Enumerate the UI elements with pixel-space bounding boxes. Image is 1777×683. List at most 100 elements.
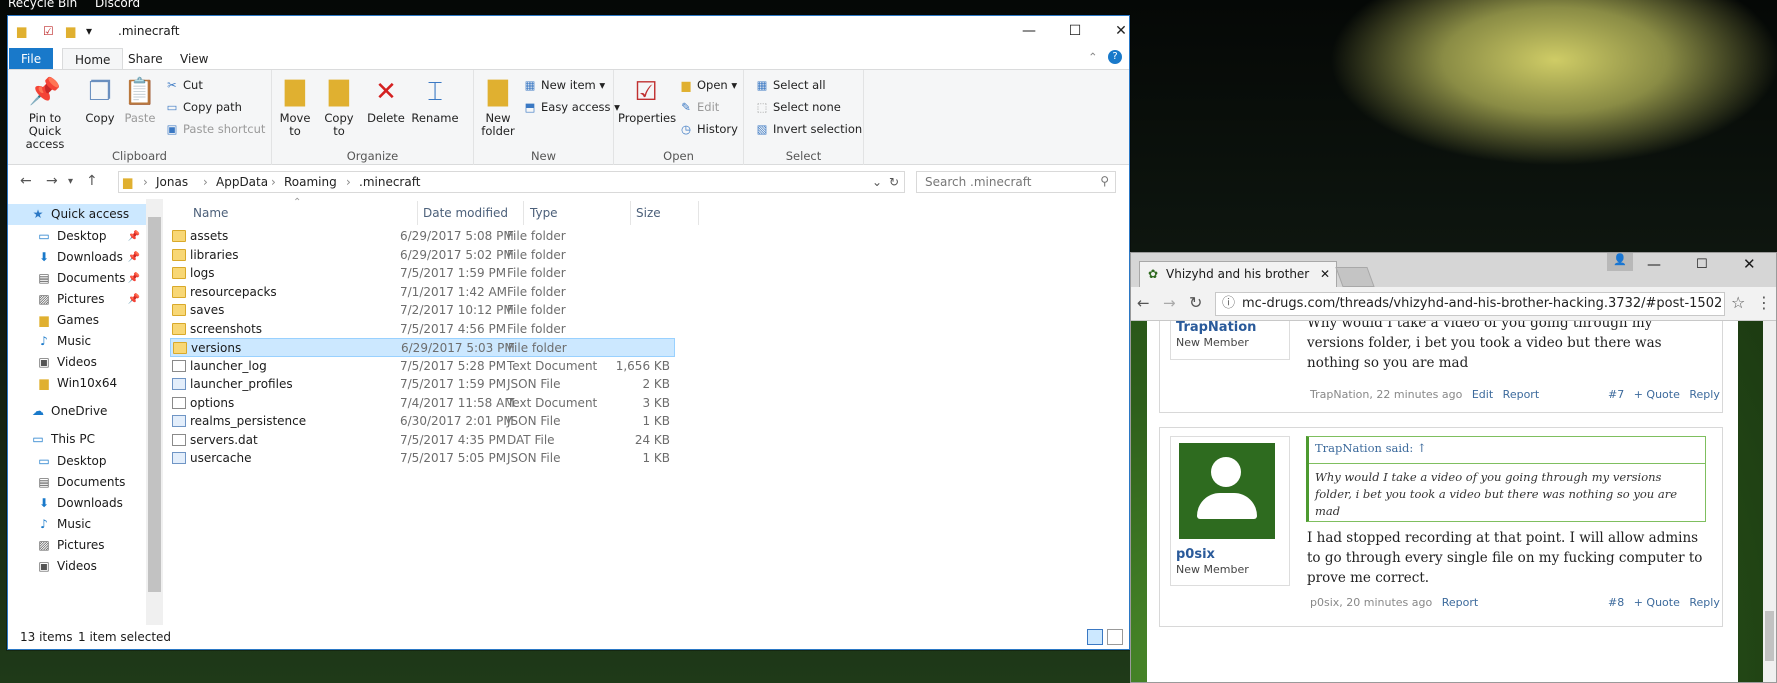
invert-selection-button[interactable]: ▧ Invert selection xyxy=(754,122,863,136)
menu-icon[interactable]: ⋮ xyxy=(1756,293,1772,312)
username[interactable]: p0six xyxy=(1176,547,1215,562)
history-button[interactable]: ◷ History xyxy=(678,122,738,136)
sidebar-item[interactable]: ▣ Videos xyxy=(8,352,146,373)
tab-file[interactable]: File xyxy=(9,48,54,70)
sidebar-item[interactable]: ♪ Music xyxy=(8,331,146,352)
quote-link[interactable]: + Quote xyxy=(1634,388,1680,401)
file-row[interactable]: screenshots 7/5/2017 4:56 PM File folder xyxy=(170,320,675,339)
back-arrow-icon[interactable]: ← xyxy=(20,173,32,189)
profile-icon[interactable]: 👤 xyxy=(1607,253,1633,271)
avatar[interactable] xyxy=(1179,443,1275,539)
breadcrumb[interactable]: Roaming xyxy=(284,175,337,189)
desktop-icon-label[interactable]: Discord xyxy=(95,0,140,10)
sidebar-item[interactable]: ▆ Win10x64 xyxy=(8,373,146,394)
pin-quick-access-button[interactable]: 📌 Pin to Quick access xyxy=(14,76,76,151)
tab-share[interactable]: Share xyxy=(116,48,175,70)
permalink[interactable]: #7 xyxy=(1608,388,1624,401)
up-arrow-icon[interactable]: ↑ xyxy=(86,173,98,189)
forward-arrow-icon[interactable]: → xyxy=(46,173,58,189)
sidebar-item[interactable]: ☁ OneDrive xyxy=(8,401,146,422)
edit-link[interactable]: Edit xyxy=(1472,388,1493,401)
file-row[interactable]: saves 7/2/2017 10:12 PM File folder xyxy=(170,301,675,320)
url-bar[interactable]: ⓘ mc-drugs.com/threads/vhizyhd-and-his-b… xyxy=(1215,292,1725,316)
bookmark-star-icon[interactable]: ☆ xyxy=(1731,293,1745,312)
desktop-icon-label[interactable]: Recycle Bin xyxy=(8,0,77,10)
report-link[interactable]: Report xyxy=(1503,388,1539,401)
select-none-button[interactable]: ⬚ Select none xyxy=(754,100,841,114)
address-box[interactable]: ▆ › Jonas › AppData › Roaming › .minecra… xyxy=(118,171,905,193)
reload-icon[interactable]: ↻ xyxy=(1189,293,1202,312)
properties-button[interactable]: ☑ Properties xyxy=(618,76,676,125)
sidebar-item[interactable]: ▤ Documents xyxy=(8,472,146,493)
large-icons-view-icon[interactable] xyxy=(1107,629,1123,645)
file-row[interactable]: versions 6/29/2017 5:03 PM File folder xyxy=(170,338,675,357)
file-row[interactable]: launcher_profiles 7/5/2017 1:59 PM JSON Fi… xyxy=(170,375,675,394)
file-row[interactable]: options 7/4/2017 11:58 AM Text Document 3 K… xyxy=(170,394,675,413)
file-row[interactable]: logs 7/5/2017 1:59 PM File folder xyxy=(170,264,675,283)
chevron-down-icon[interactable]: ⌄ xyxy=(872,175,882,189)
forward-arrow-icon[interactable]: → xyxy=(1163,294,1176,312)
tab-view[interactable]: View xyxy=(168,48,220,70)
breadcrumb[interactable]: AppData xyxy=(216,175,268,189)
sidebar-item[interactable]: ▭ Desktop xyxy=(8,451,146,472)
sidebar-item[interactable]: ▆ Games xyxy=(8,310,146,331)
breadcrumb[interactable]: .minecraft xyxy=(359,175,420,189)
breadcrumb[interactable]: Jonas xyxy=(156,175,188,189)
minimize-button[interactable]: — xyxy=(1006,16,1052,46)
easy-access-button[interactable]: ⬒ Easy access ▾ xyxy=(522,100,620,114)
refresh-icon[interactable]: ↻ xyxy=(889,175,899,189)
cut-button[interactable]: ✂ Cut xyxy=(164,78,203,92)
move-to-button[interactable]: ▇ Move to xyxy=(276,76,314,138)
paste-button[interactable]: 📋 Paste xyxy=(122,76,158,125)
new-item-button[interactable]: ▦ New item ▾ xyxy=(522,78,606,92)
report-link[interactable]: Report xyxy=(1442,596,1478,609)
page-scrollbar[interactable] xyxy=(1763,321,1776,682)
file-row[interactable]: libraries 6/29/2017 5:02 PM File folder xyxy=(170,246,675,265)
help-icon[interactable]: ? xyxy=(1108,50,1122,64)
column-header-size[interactable]: Size xyxy=(636,206,661,220)
tab-close-icon[interactable]: ✕ xyxy=(1320,262,1330,286)
file-row[interactable]: servers.dat 7/5/2017 4:35 PM DAT File 24 KB xyxy=(170,431,675,450)
sidebar-item[interactable]: ♪ Music xyxy=(8,514,146,535)
recent-locations-icon[interactable]: ▾ xyxy=(68,176,73,187)
open-button[interactable]: ▆ Open ▾ xyxy=(678,78,738,92)
file-row[interactable]: launcher_log 7/5/2017 5:28 PM Text Documen… xyxy=(170,357,675,376)
column-header-date[interactable]: Date modified xyxy=(423,206,508,220)
edit-button[interactable]: ✎ Edit xyxy=(678,100,719,114)
permalink[interactable]: #8 xyxy=(1608,596,1624,609)
close-button[interactable]: ✕ xyxy=(1098,16,1144,46)
rename-button[interactable]: ⌶ Rename xyxy=(410,76,460,125)
sidebar-item[interactable]: ⬇ Downloads xyxy=(8,493,146,514)
quote-link[interactable]: + Quote xyxy=(1634,596,1680,609)
scrollbar-thumb[interactable] xyxy=(148,217,161,592)
file-row[interactable]: assets 6/29/2017 5:08 PM File folder xyxy=(170,227,675,246)
reply-link[interactable]: Reply xyxy=(1689,596,1719,609)
back-arrow-icon[interactable]: ← xyxy=(1137,294,1150,312)
minimize-button[interactable]: — xyxy=(1647,257,1661,273)
file-row[interactable]: usercache 7/5/2017 5:05 PM JSON File 1 KB xyxy=(170,449,675,468)
chevron-down-icon[interactable]: ▾ xyxy=(86,24,92,38)
maximize-button[interactable]: ☐ xyxy=(1052,16,1098,46)
sidebar-item[interactable]: ▨ Pictures xyxy=(8,535,146,556)
column-header-type[interactable]: Type xyxy=(530,206,558,220)
select-all-button[interactable]: ▦ Select all xyxy=(754,78,826,92)
sidebar-item[interactable]: ★ Quick access xyxy=(8,204,146,225)
copy-button[interactable]: ❐ Copy xyxy=(82,76,118,125)
username[interactable]: TrapNation xyxy=(1176,321,1256,335)
delete-button[interactable]: ✕ Delete xyxy=(366,76,406,125)
quote-header[interactable]: TrapNation said: ↑ xyxy=(1315,441,1427,455)
new-folder-button[interactable]: ▇ New folder xyxy=(478,76,518,138)
copy-path-button[interactable]: ▭ Copy path xyxy=(164,100,242,114)
collapse-ribbon-icon[interactable]: ⌃ xyxy=(1088,50,1098,64)
close-button[interactable]: ✕ xyxy=(1743,255,1756,273)
column-header-name[interactable]: Name xyxy=(193,206,228,220)
copy-to-button[interactable]: ▇ Copy to xyxy=(320,76,358,138)
new-tab-button[interactable] xyxy=(1335,267,1375,287)
file-row[interactable]: resourcepacks 7/1/2017 1:42 AM File folder xyxy=(170,283,675,302)
scrollbar-thumb[interactable] xyxy=(1765,611,1774,661)
sidebar-item[interactable]: ▭ This PC xyxy=(8,429,146,450)
reply-link[interactable]: Reply xyxy=(1689,388,1719,401)
paste-shortcut-button[interactable]: ▣ Paste shortcut xyxy=(164,122,266,136)
details-view-icon[interactable] xyxy=(1087,629,1103,645)
sidebar-item[interactable]: ▣ Videos xyxy=(8,556,146,577)
